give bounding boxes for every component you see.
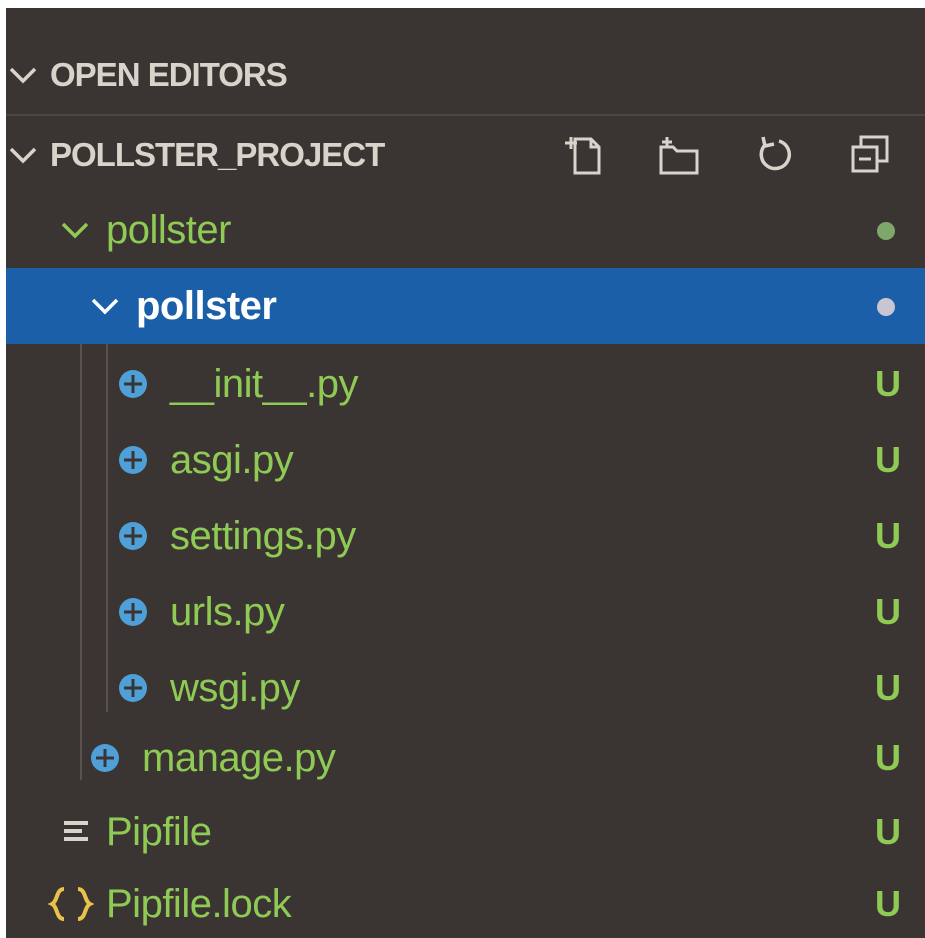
new-file-icon[interactable] (561, 133, 605, 177)
open-editors-header[interactable]: OPEN EDITORS (6, 38, 925, 112)
tree-file-pipfile[interactable]: Pipfile U (6, 794, 925, 870)
tree-item-label: Pipfile (106, 809, 212, 854)
chevron-down-icon (6, 138, 40, 172)
python-icon (114, 365, 152, 403)
untracked-badge: U (875, 811, 901, 852)
untracked-badge: U (875, 667, 901, 708)
project-header[interactable]: POLLSTER_PROJECT (6, 118, 925, 192)
tree-file-manage[interactable]: manage.py U (6, 720, 925, 796)
project-label: POLLSTER_PROJECT (50, 136, 385, 173)
status-dot (877, 298, 895, 316)
chevron-down-icon (6, 58, 40, 92)
status-dot (877, 222, 895, 240)
chevron-down-icon (58, 213, 92, 247)
tree-item-label: Pipfile.lock (106, 881, 292, 926)
tree-item-label: wsgi.py (170, 665, 300, 710)
python-icon (114, 669, 152, 707)
tree-file-asgi[interactable]: asgi.py U (6, 422, 925, 498)
explorer-toolbar (561, 118, 925, 192)
untracked-badge: U (875, 883, 901, 924)
explorer-panel: OPEN EDITORS POLLSTER_PROJECT pollster p… (6, 8, 925, 938)
python-icon (114, 441, 152, 479)
untracked-badge: U (875, 591, 901, 632)
section-divider (6, 114, 925, 116)
chevron-down-icon (88, 289, 122, 323)
tree-item-label: pollster (136, 283, 277, 328)
new-folder-icon[interactable] (657, 133, 701, 177)
untracked-badge: U (875, 737, 901, 778)
tree-folder-pollster[interactable]: pollster (6, 192, 925, 268)
untracked-badge: U (875, 363, 901, 404)
tree-file-pipfile-lock[interactable]: Pipfile.lock U (6, 866, 925, 938)
tree-item-label: urls.py (170, 589, 285, 634)
refresh-icon[interactable] (753, 133, 797, 177)
untracked-badge: U (875, 515, 901, 556)
text-lines-icon (62, 813, 92, 851)
untracked-badge: U (875, 439, 901, 480)
python-icon (114, 593, 152, 631)
tree-item-label: __init__.py (170, 361, 358, 406)
tree-folder-pollster-selected[interactable]: pollster (6, 268, 925, 344)
tree-item-label: manage.py (142, 735, 336, 780)
python-icon (86, 739, 124, 777)
collapse-all-icon[interactable] (849, 133, 893, 177)
python-icon (114, 517, 152, 555)
tree-item-label: asgi.py (170, 437, 294, 482)
tree-file-settings[interactable]: settings.py U (6, 498, 925, 574)
tree-file-urls[interactable]: urls.py U (6, 574, 925, 650)
tree-item-label: settings.py (170, 513, 356, 558)
tree-item-label: pollster (106, 207, 231, 252)
tree-file-init[interactable]: __init__.py U (6, 346, 925, 422)
json-braces-icon (47, 885, 95, 923)
open-editors-label: OPEN EDITORS (50, 56, 288, 93)
tree-file-wsgi[interactable]: wsgi.py U (6, 650, 925, 726)
